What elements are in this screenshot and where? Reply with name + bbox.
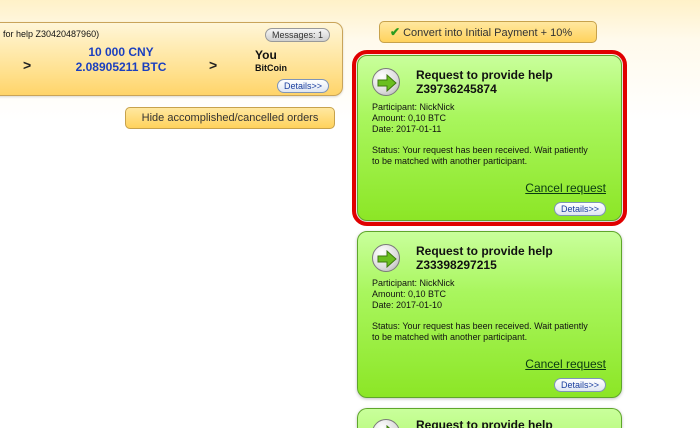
order-title: for help Z30420487960) [3,29,100,39]
cancel-request-link[interactable]: Cancel request [525,181,606,195]
request-card: Request to provide help [357,408,622,428]
messages-badge[interactable]: Messages: 1 [265,28,331,42]
request-amount: Amount: 0,10 BTC [372,113,447,123]
arrow-right-icon: > [209,57,218,73]
checkmark-icon: ✔ [390,25,401,39]
request-details-button[interactable]: Details>> [553,202,606,216]
request-participant: Participant: NickNick [372,278,455,288]
arrow-right-circle-icon [372,419,400,428]
arrow-right-circle-icon [372,68,400,96]
order-details-button[interactable]: Details>> [277,79,330,93]
request-title: Request to provide help Z39736245874 [416,68,616,96]
convert-initial-payment-button[interactable]: ✔ Convert into Initial Payment + 10% [379,21,597,43]
cancel-request-link[interactable]: Cancel request [525,357,606,371]
arrow-right-circle-icon [372,244,400,272]
request-card: Request to provide help Z33398297215 Par… [357,231,622,398]
request-id: Z39736245874 [416,82,497,96]
request-id: Z33398297215 [416,258,497,272]
request-date: Date: 2017-01-10 [372,300,443,310]
hide-accomplished-button[interactable]: Hide accomplished/cancelled orders [125,107,335,129]
amount-btc: 2.08905211 BTC [75,60,167,74]
order-card: for help Z30420487960) Messages: 1 > 10 … [0,22,343,96]
arrow-right-icon: > [23,57,32,73]
request-title: Request to provide help Z33398297215 [416,244,616,272]
recipient-wallet: BitCoin [255,63,287,73]
request-title: Request to provide help [416,418,553,428]
convert-button-label: Convert into Initial Payment + 10% [403,27,573,39]
recipient-name: You [255,48,277,62]
amount-cny: 10 000 CNY [88,45,154,59]
request-details-button[interactable]: Details>> [553,378,606,392]
request-amount: Amount: 0,10 BTC [372,289,447,299]
request-status: Status: Your request has been received. … [372,145,588,166]
request-participant: Participant: NickNick [372,102,455,112]
request-card: Request to provide help Z39736245874 Par… [352,50,627,226]
request-status: Status: Your request has been received. … [372,321,588,342]
request-date: Date: 2017-01-11 [372,124,442,134]
